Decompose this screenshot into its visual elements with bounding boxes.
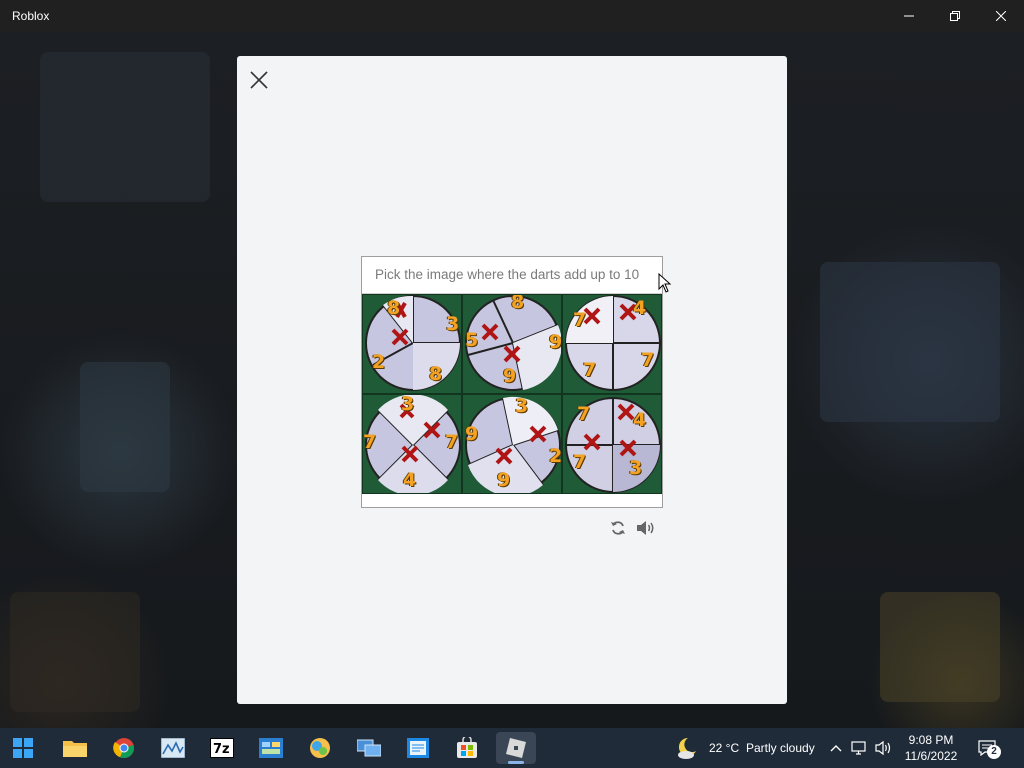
show-hidden-icons-button[interactable] [826,738,846,758]
close-modal-button[interactable] [249,70,269,90]
captcha-tile-5[interactable]: 3 9 2 9 [462,394,562,494]
dart-value: 2 [372,351,386,373]
moon-cloud-icon [678,737,696,759]
refresh-button[interactable] [607,518,629,538]
notification-count-badge: 2 [987,745,1001,759]
background-shape [880,592,1000,702]
title-bar: Roblox [0,0,1024,32]
dart-value: 3 [629,457,643,479]
volume-icon [875,740,891,756]
store-icon [457,737,477,758]
close-icon [250,71,268,89]
weather-widget[interactable] [674,735,700,761]
dart-value: 9 [503,365,517,387]
photos-icon [310,738,330,758]
svg-text:7z: 7z [213,742,230,757]
control-panel-icon [259,738,283,758]
start-button[interactable] [3,732,43,764]
mouse-cursor-icon [658,273,672,293]
roblox-icon [506,738,526,758]
resource-monitor-icon [161,738,185,758]
network-icon [851,741,866,755]
dart-value: 7 [577,403,591,425]
taskbar-chrome[interactable] [104,732,144,764]
captcha-tile-2[interactable]: 8 5 9 9 [462,294,562,394]
taskbar-file-explorer[interactable] [55,732,95,764]
captcha-image-grid: 8 3 2 8 8 5 9 9 7 4 7 7 3 7 7 4 3 9 2 9 … [362,294,662,494]
restore-button[interactable] [932,0,978,32]
dart-value: 8 [429,363,443,385]
dart-value: 4 [633,409,647,431]
taskbar-store[interactable] [447,732,487,764]
restore-icon [950,11,960,21]
chevron-up-icon [830,745,842,752]
captcha-tools [607,518,663,538]
audio-challenge-button[interactable] [635,518,657,538]
taskbar-clock[interactable]: 9:08 PM 11/6/2022 [898,732,964,764]
dart-value: 4 [633,297,647,319]
captcha-modal: Pick the image where the darts add up to… [237,56,787,704]
notepad-icon [407,738,429,758]
taskbar-roblox[interactable] [496,732,536,764]
taskbar-remote-desktop[interactable] [349,732,389,764]
volume-tray-button[interactable] [874,738,894,758]
clock-time: 9:08 PM [908,733,954,747]
close-icon [996,11,1006,21]
taskbar-resource-monitor[interactable] [153,732,193,764]
taskbar-control-panel[interactable] [251,732,291,764]
background-shape [820,262,1000,422]
refresh-icon [611,521,625,535]
background-shape [80,362,170,492]
7zip-icon: 7z [210,738,234,758]
close-window-button[interactable] [978,0,1024,32]
dart-value: 7 [573,309,587,331]
dart-value: 9 [549,331,562,353]
taskbar-photos[interactable] [300,732,340,764]
remote-desktop-icon [357,739,381,757]
captcha-tile-3[interactable]: 7 4 7 7 [562,294,662,394]
dart-value: 5 [465,329,479,351]
network-tray-button[interactable] [850,738,870,758]
background-shape [40,52,210,202]
weather-description[interactable]: Partly cloudy [746,741,815,755]
file-explorer-icon [63,741,87,757]
chrome-icon [113,738,134,759]
weather-temperature[interactable]: 22 °C [709,741,739,755]
dart-value: 7 [363,431,377,453]
minimize-icon [904,15,914,17]
captcha-tile-6[interactable]: 7 4 7 3 [562,394,662,494]
dart-value: 4 [403,469,417,491]
clock-date: 11/6/2022 [904,749,958,763]
audio-icon [637,521,654,535]
dart-value: 9 [497,469,511,491]
window-title: Roblox [12,9,50,23]
taskbar: 7z 22 °C Partly cloudy 9:08 PM 11/6/2022… [0,728,1024,768]
dart-value: 8 [511,294,525,313]
dart-value: 8 [387,297,401,319]
captcha-challenge: Pick the image where the darts add up to… [361,256,663,508]
dart-value: 3 [515,395,529,417]
captcha-tile-4[interactable]: 3 7 7 4 [362,394,462,494]
captcha-tile-1[interactable]: 8 3 2 8 [362,294,462,394]
dart-value: 9 [465,423,479,445]
start-icon [13,738,33,758]
minimize-button[interactable] [886,0,932,32]
dart-value: 3 [401,394,415,415]
dartboard-image [365,295,461,391]
taskbar-notepad[interactable] [398,732,438,764]
captcha-prompt: Pick the image where the darts add up to… [362,257,662,294]
dart-value: 7 [573,451,587,473]
dart-value: 3 [446,313,460,335]
dart-value: 2 [549,445,562,467]
background-shape [10,592,140,712]
dart-value: 7 [641,349,655,371]
dart-value: 7 [445,431,459,453]
dart-value: 7 [583,359,597,381]
taskbar-7zip[interactable]: 7z [202,732,242,764]
